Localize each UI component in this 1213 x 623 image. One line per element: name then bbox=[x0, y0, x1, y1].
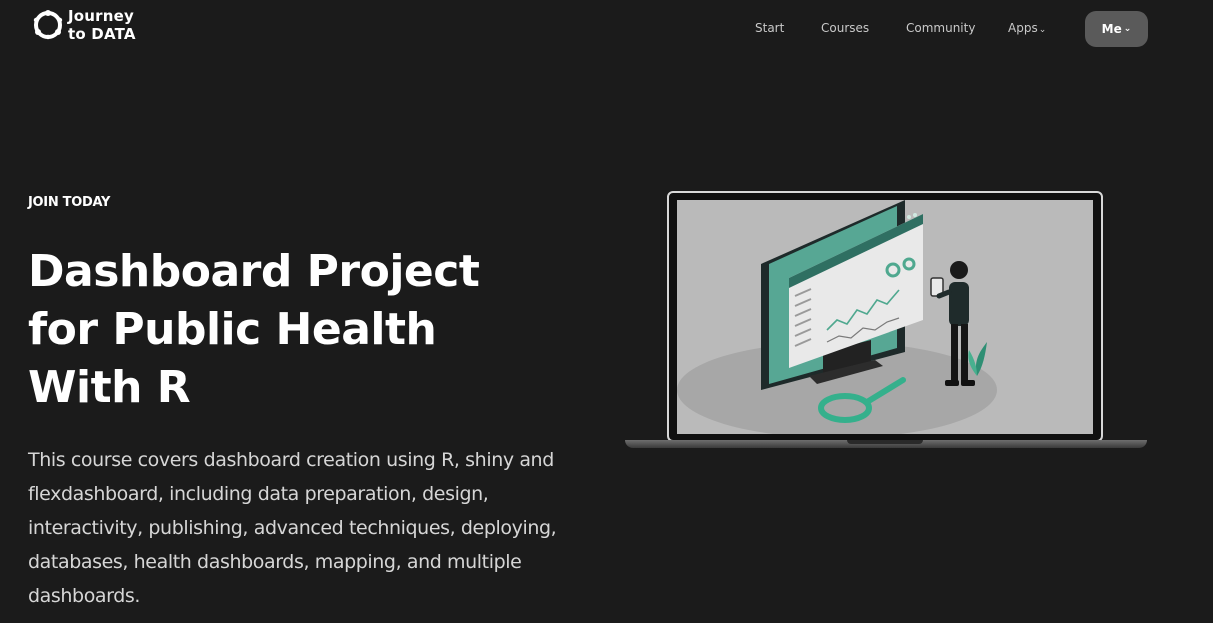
nav-item-courses[interactable]: Courses bbox=[821, 21, 869, 35]
nav-item-start[interactable]: Start bbox=[755, 21, 784, 35]
hero-title: Dashboard Project for Public Health With… bbox=[28, 246, 480, 413]
nav-item-apps[interactable]: Apps⌄ bbox=[1008, 21, 1046, 35]
dashboard-illustration-art bbox=[677, 200, 997, 434]
window-dot-icon bbox=[913, 213, 917, 217]
laptop-notch bbox=[847, 440, 923, 444]
nav-item-community[interactable]: Community bbox=[906, 21, 975, 35]
hero-description: This course covers dashboard creation us… bbox=[28, 449, 557, 607]
window-dot-icon bbox=[907, 215, 911, 219]
account-menu-label: Me bbox=[1101, 22, 1122, 36]
account-menu-button[interactable]: Me ⌄ bbox=[1085, 11, 1148, 47]
page: Journey to DATA Start Courses Community … bbox=[0, 0, 1213, 623]
chevron-down-icon: ⌄ bbox=[1038, 25, 1047, 35]
laptop-screen bbox=[677, 200, 1093, 434]
main-nav: Start Courses Community Apps⌄ bbox=[0, 21, 1213, 39]
nav-item-apps-label: Apps bbox=[1008, 21, 1038, 35]
hero-eyebrow: JOIN TODAY bbox=[28, 195, 111, 210]
chevron-down-icon: ⌄ bbox=[1123, 24, 1132, 34]
laptop-dashboard-illustration bbox=[625, 190, 1147, 452]
